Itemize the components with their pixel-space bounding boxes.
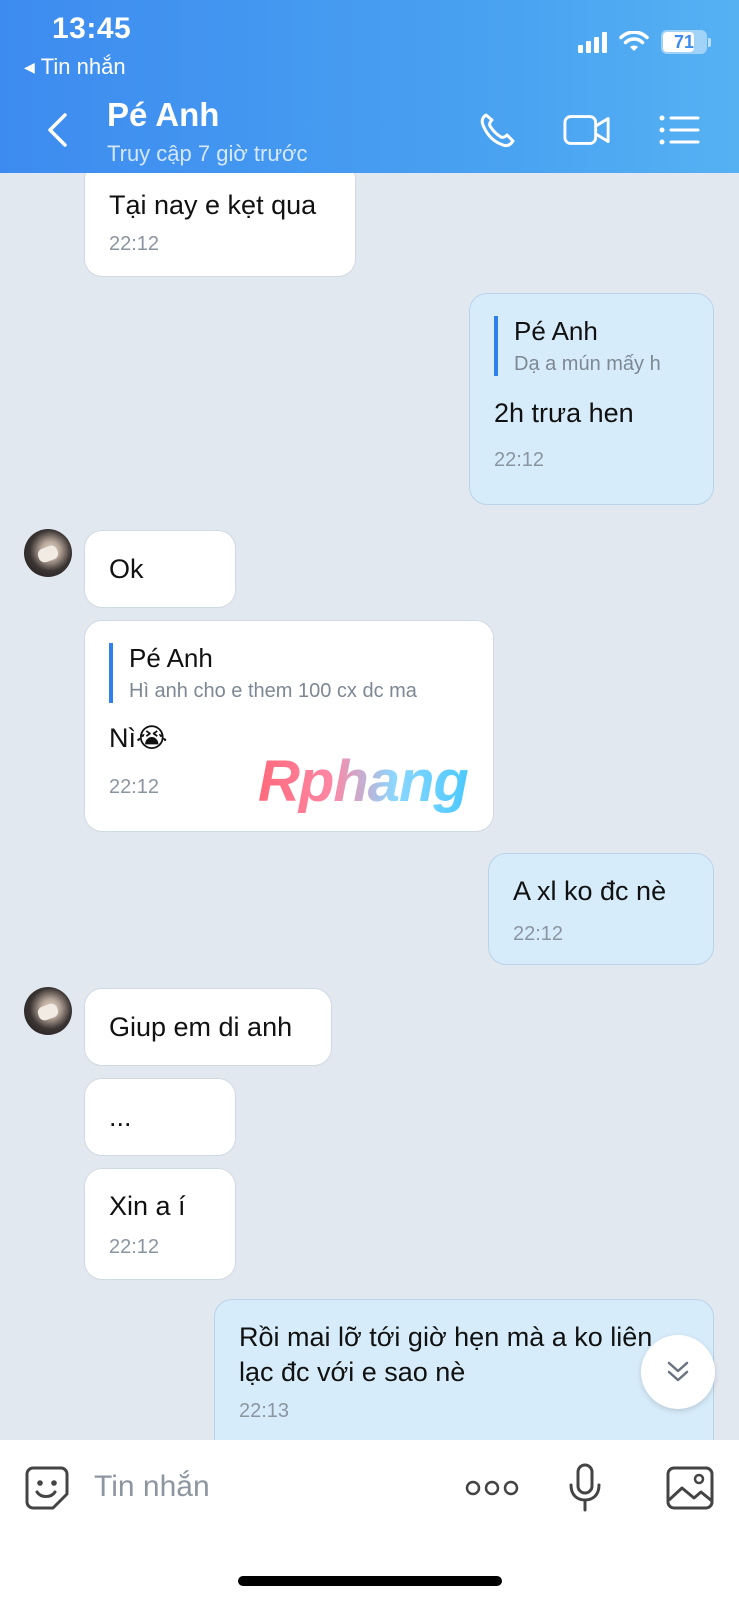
watermark-logo: Rphang [258,749,469,814]
message-bubble-received[interactable]: Tại nay e kẹt qua 22:12 [84,173,356,277]
battery-level: 71 [673,31,695,52]
message-bubble-sent[interactable]: A xl ko đc nè 22:12 [488,853,714,965]
message-text-line-2: lạc đc với e sao nè [239,1357,466,1387]
message-time: 22:12 [109,233,160,255]
message-bubble-received[interactable]: ... [84,1078,236,1156]
battery-icon: 71 [661,30,711,54]
message-bubble-received[interactable]: Giup em di anh [84,988,332,1066]
cellular-signal-icon [578,31,607,53]
status-icons: 71 [578,30,711,54]
message-text: Xin a í [109,1191,186,1221]
message-time: 22:12 [109,1236,160,1258]
status-time: 13:45 [52,12,132,45]
message-time: 22:12 [513,923,564,945]
reply-snippet: Dạ a mún mấy h [514,353,661,375]
scroll-to-bottom-button[interactable] [641,1335,715,1409]
chat-header: 13:45 ◀ Tin nhắn 71 Pé Anh Truy cập 7 gi… [0,0,739,173]
reply-snippet: Hì anh cho e them 100 cx dc ma [129,680,417,702]
double-chevron-down-icon [667,1361,689,1382]
home-indicator[interactable] [238,1576,502,1586]
back-triangle-icon: ◀ [24,58,35,75]
message-bubble-sent[interactable]: Pé Anh Dạ a mún mấy h 2h trưa hen 22:12 [469,293,714,505]
sticker-icon[interactable] [19,1460,75,1516]
message-list[interactable]: Tại nay e kẹt qua 22:12 Pé Anh Dạ a mún … [0,173,739,1440]
message-time: 22:12 [494,449,545,471]
image-icon[interactable] [662,1460,718,1516]
reply-quote[interactable]: Pé Anh Dạ a mún mấy h [494,316,689,376]
phone-icon[interactable] [473,108,521,152]
reply-quote[interactable]: Pé Anh Hì anh cho e them 100 cx dc ma [109,643,469,703]
message-text: Tại nay e kẹt qua [109,190,317,220]
menu-list-icon[interactable] [655,108,703,152]
message-text: 2h trưa hen [494,398,634,428]
message-bubble-received[interactable]: Ok [84,530,236,608]
back-icon[interactable] [40,108,74,152]
wifi-icon [619,31,649,51]
microphone-icon[interactable] [557,1460,613,1516]
reply-author: Pé Anh [514,316,598,346]
back-to-app-link[interactable]: ◀ Tin nhắn [24,54,126,80]
message-bubble-received[interactable]: Xin a í 22:12 [84,1168,236,1280]
contact-name[interactable]: Pé Anh [107,96,219,134]
reply-author: Pé Anh [129,643,213,673]
composer-bar: Tin nhắn [0,1440,739,1600]
more-icon[interactable] [462,1460,522,1516]
avatar[interactable] [24,529,72,577]
video-call-icon[interactable] [563,108,611,152]
message-time: 22:13 [239,1400,290,1422]
message-text-line-1: Rồi mai lỡ tới giờ hẹn mà a ko liên [239,1322,653,1352]
message-bubble-sent[interactable]: Rồi mai lỡ tới giờ hẹn mà a ko liên lạc … [214,1299,714,1440]
message-text: A xl ko đc nè [513,876,667,906]
message-text: ... [109,1102,132,1132]
back-app-label: Tin nhắn [40,54,126,79]
contact-last-seen: Truy cập 7 giờ trước [107,141,308,166]
message-text: Ok [109,554,144,584]
message-text: Giup em di anh [109,1012,293,1042]
message-input[interactable]: Tin nhắn [94,1470,210,1504]
avatar[interactable] [24,987,72,1035]
